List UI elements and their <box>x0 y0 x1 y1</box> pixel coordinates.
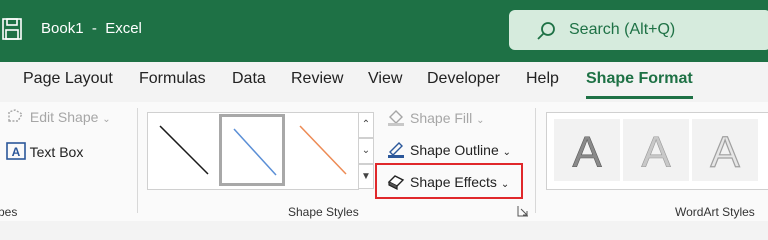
tab-view[interactable]: View <box>368 70 402 88</box>
wordart-letter: A <box>710 128 740 177</box>
gallery-more[interactable]: ▼ <box>358 164 374 189</box>
text-box-label: Text Box <box>29 144 84 160</box>
shape-style-orange[interactable] <box>288 114 354 186</box>
tab-formulas[interactable]: Formulas <box>139 70 206 88</box>
group-separator <box>137 108 138 213</box>
text-box-icon: A <box>6 142 26 160</box>
pen-outline-icon <box>388 142 404 158</box>
edit-shape-label: Edit Shape <box>29 109 99 125</box>
shape-effects-highlight <box>375 163 523 199</box>
chevron-down-icon: ⌄ <box>502 147 512 158</box>
shape-outline-label: Shape Outline <box>410 142 499 158</box>
style-line-orange <box>299 125 347 175</box>
text-box-button[interactable]: A Text Box <box>6 142 83 160</box>
style-line-blue <box>233 128 277 176</box>
svg-text:A: A <box>12 145 21 159</box>
tab-shape-format[interactable]: Shape Format <box>586 70 693 88</box>
tab-developer[interactable]: Developer <box>427 70 500 88</box>
wordart-letter: A <box>572 128 602 177</box>
insert-shapes-group-label: pes <box>0 205 18 219</box>
tab-help[interactable]: Help <box>526 70 559 88</box>
chevron-down-icon: ⌄ <box>102 114 111 125</box>
tab-page-layout[interactable]: Page Layout <box>23 70 113 88</box>
wordart-styles-group-label: WordArt Styles <box>675 205 755 219</box>
gallery-scroll-down[interactable]: ⌄ <box>358 138 374 164</box>
ribbon-tabs: Page Layout Formulas Data Review View De… <box>0 62 768 102</box>
shape-fill-label: Shape Fill <box>410 110 473 126</box>
group-separator <box>535 108 536 213</box>
wordart-style-3[interactable]: A <box>692 119 758 181</box>
chevron-down-icon: ⌄ <box>476 115 485 126</box>
shape-style-blue[interactable] <box>219 114 285 186</box>
shape-style-black[interactable] <box>150 114 216 186</box>
paint-bucket-icon <box>388 110 404 126</box>
tab-review[interactable]: Review <box>291 70 343 88</box>
shape-styles-group-label: Shape Styles <box>288 205 359 219</box>
tab-data[interactable]: Data <box>232 70 266 88</box>
shape-outline-button[interactable]: Shape Outline ⌄ <box>386 140 511 158</box>
shape-styles-gallery <box>147 112 359 190</box>
app-title: Book1 - Excel <box>41 20 142 37</box>
search-icon <box>537 22 555 40</box>
gallery-scroll-up[interactable]: ⌃ <box>358 112 374 138</box>
edit-shape-icon <box>8 109 23 122</box>
wordart-gallery: A A A <box>546 112 768 190</box>
dialog-launcher-icon[interactable] <box>517 205 529 217</box>
search-label: Search (Alt+Q) <box>569 21 676 38</box>
ribbon: Edit Shape ⌄ A Text Box pes ⌃ ⌄ ▼ Shape … <box>0 102 768 221</box>
style-line-black <box>159 125 209 175</box>
edit-shape-button[interactable]: Edit Shape ⌄ <box>6 108 111 125</box>
wordart-style-1[interactable]: A <box>554 119 620 181</box>
wordart-style-2[interactable]: A <box>623 119 689 181</box>
wordart-letter: A <box>641 128 671 177</box>
title-bar: Book1 - Excel Search (Alt+Q) <box>0 0 768 62</box>
search-box[interactable]: Search (Alt+Q) <box>509 10 768 50</box>
shape-fill-button[interactable]: Shape Fill ⌄ <box>386 108 485 126</box>
save-icon[interactable] <box>2 18 22 40</box>
active-tab-indicator <box>586 96 693 99</box>
